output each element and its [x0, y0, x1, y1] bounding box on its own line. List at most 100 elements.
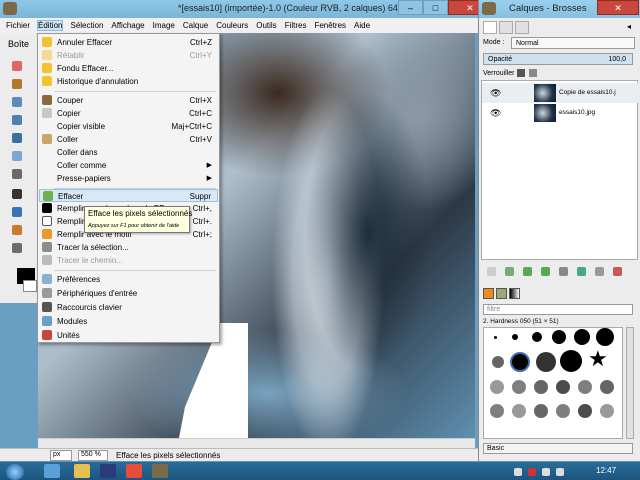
clone-tool-icon[interactable]: [12, 225, 22, 235]
tray-icon[interactable]: [528, 468, 536, 476]
star-brush-item[interactable]: ★: [588, 348, 608, 370]
brush-item[interactable]: [534, 404, 548, 418]
delete-layer-icon[interactable]: [613, 267, 622, 276]
brush-item[interactable]: [534, 380, 548, 394]
brush-item[interactable]: [578, 380, 592, 394]
menu-outils[interactable]: Outils: [256, 21, 276, 30]
menu-fenetres[interactable]: Fenêtres: [314, 21, 346, 30]
rect-select-tool-icon[interactable]: [12, 61, 22, 71]
menu-item-redo[interactable]: Rétablir Ctrl+Y: [39, 49, 218, 62]
paint-tool-icon[interactable]: [12, 207, 22, 217]
clock[interactable]: 12:47: [596, 466, 616, 475]
new-group-icon[interactable]: [505, 267, 514, 276]
menu-item-stroke-path[interactable]: Tracer le chemin...: [39, 254, 218, 267]
brush-item[interactable]: [556, 404, 570, 418]
brush-item[interactable]: [536, 352, 556, 372]
brush-item[interactable]: [490, 404, 504, 418]
text-tool-icon[interactable]: [12, 189, 22, 199]
brush-item[interactable]: [552, 330, 566, 344]
menu-item-modules[interactable]: Modules: [39, 315, 218, 328]
selected-brush-item[interactable]: [510, 352, 530, 372]
menu-item-undo[interactable]: Annuler Effacer Ctrl+Z: [39, 36, 218, 49]
raise-layer-icon[interactable]: [523, 267, 532, 276]
visibility-eye-icon[interactable]: 👁: [490, 108, 501, 119]
menu-item-keyboard-shortcuts[interactable]: Raccourcis clavier: [39, 301, 218, 314]
menu-filtres[interactable]: Filtres: [285, 21, 307, 30]
brush-item[interactable]: [560, 350, 582, 372]
brush-item[interactable]: [512, 334, 518, 340]
brush-item[interactable]: [596, 328, 614, 346]
menu-item-copy-visible[interactable]: Copier visible Maj+Ctrl+C: [39, 120, 218, 133]
scale-tool-icon[interactable]: [12, 151, 22, 161]
brush-item[interactable]: [574, 329, 590, 345]
smudge-tool-icon[interactable]: [12, 243, 22, 253]
menu-calque[interactable]: Calque: [183, 21, 208, 30]
brush-filter-input[interactable]: filtre: [483, 304, 633, 315]
network-icon[interactable]: [542, 468, 550, 476]
zoom-selector[interactable]: 550 %: [78, 450, 108, 461]
brush-item[interactable]: [556, 380, 570, 394]
menu-item-clear[interactable]: Effacer Suppr: [39, 189, 218, 202]
photoshop-taskbar-icon[interactable]: [100, 464, 116, 478]
tab-brushes[interactable]: [483, 288, 494, 299]
brush-item[interactable]: [600, 380, 614, 394]
lock-alpha-icon[interactable]: [529, 69, 537, 77]
brush-scrollbar[interactable]: [626, 327, 634, 439]
visibility-eye-icon[interactable]: 👁: [490, 88, 501, 99]
brush-item[interactable]: [512, 380, 526, 394]
menu-edition[interactable]: Édition: [36, 20, 64, 31]
brush-item[interactable]: [578, 404, 592, 418]
brush-item[interactable]: [494, 336, 497, 339]
menu-item-stroke-selection[interactable]: Tracer la sélection...: [39, 241, 218, 254]
new-layer-icon[interactable]: [487, 267, 496, 276]
browser-taskbar-icon[interactable]: [126, 464, 142, 478]
opacity-slider[interactable]: Opacité 100,0: [483, 53, 633, 65]
brush-set-select[interactable]: Basic: [483, 443, 633, 454]
volume-icon[interactable]: [556, 468, 564, 476]
zoom-tool-icon[interactable]: [12, 115, 22, 125]
fuzzy-select-tool-icon[interactable]: [12, 97, 22, 107]
menu-item-input-devices[interactable]: Périphériques d'entrée: [39, 287, 218, 300]
menu-item-units[interactable]: Unités: [39, 329, 218, 342]
menu-aide[interactable]: Aide: [354, 21, 370, 30]
maximize-button[interactable]: □: [423, 0, 448, 15]
tab-layers[interactable]: [483, 21, 497, 34]
menu-item-paste[interactable]: Coller Ctrl+V: [39, 133, 218, 146]
horizontal-scrollbar[interactable]: [38, 438, 475, 448]
background-color-swatch[interactable]: [23, 280, 37, 292]
lower-layer-icon[interactable]: [541, 267, 550, 276]
menu-selection[interactable]: Sélection: [70, 21, 103, 30]
menu-item-paste-as[interactable]: Coller comme ▶: [39, 159, 218, 172]
tray-icon[interactable]: [514, 468, 522, 476]
explorer-taskbar-icon[interactable]: [74, 464, 90, 478]
menu-item-paste-into[interactable]: Coller dans: [39, 146, 218, 159]
mask-icon[interactable]: [595, 267, 604, 276]
dock-menu-icon[interactable]: ◂: [627, 22, 631, 31]
menu-item-clipboard[interactable]: Presse-papiers ▶: [39, 172, 218, 185]
dock-close-button[interactable]: ✕: [597, 0, 639, 15]
gimp-taskbar-icon[interactable]: [152, 464, 168, 478]
tab-patterns[interactable]: [496, 288, 507, 299]
anchor-layer-icon[interactable]: [577, 267, 586, 276]
unit-selector[interactable]: px: [50, 450, 72, 461]
tab-channels[interactable]: [499, 21, 513, 34]
minimize-button[interactable]: ‒: [398, 0, 423, 15]
gimp-app-icon[interactable]: [482, 2, 496, 15]
tab-paths[interactable]: [515, 21, 529, 34]
duplicate-layer-icon[interactable]: [559, 267, 568, 276]
menu-affichage[interactable]: Affichage: [111, 21, 144, 30]
menu-couleurs[interactable]: Couleurs: [216, 21, 248, 30]
lasso-tool-icon[interactable]: [12, 79, 22, 89]
brush-item[interactable]: [490, 380, 504, 394]
layer-row[interactable]: 👁 essais10.jpg: [482, 103, 638, 123]
brush-item[interactable]: [512, 404, 526, 418]
mode-select[interactable]: Normal: [511, 37, 635, 49]
ie-taskbar-icon[interactable]: [44, 464, 60, 478]
brush-grid[interactable]: ★: [483, 327, 623, 439]
layer-row[interactable]: 👁 Copie de essais10.j: [482, 83, 638, 103]
tab-gradients[interactable]: [509, 288, 520, 299]
brush-item[interactable]: [600, 404, 614, 418]
brush-item[interactable]: [532, 332, 542, 342]
menu-item-cut[interactable]: Couper Ctrl+X: [39, 94, 218, 107]
flip-tool-icon[interactable]: [12, 169, 22, 179]
